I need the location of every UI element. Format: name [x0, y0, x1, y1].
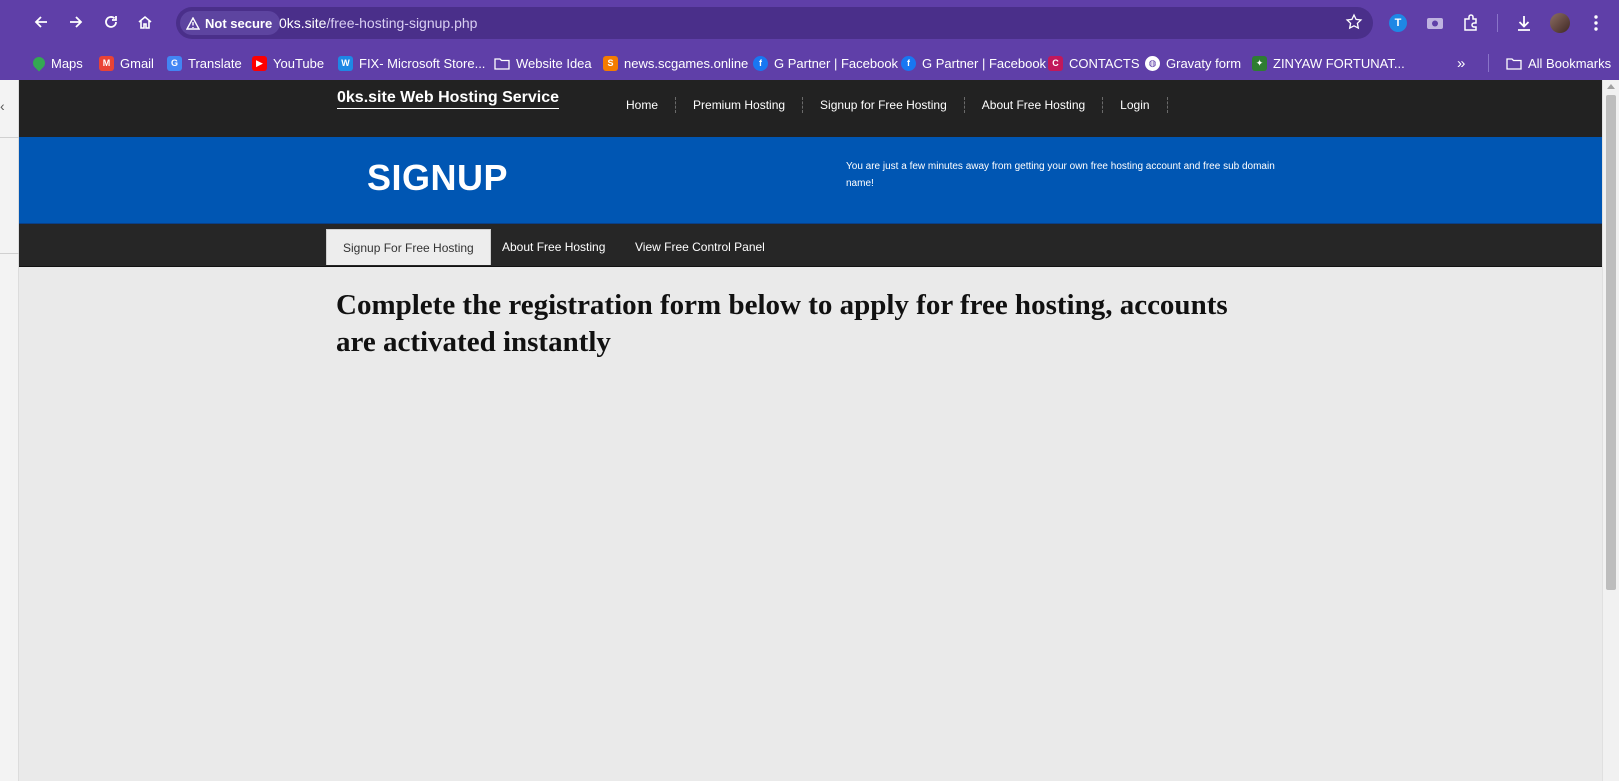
bookmark-label: G Partner | Facebook: [922, 55, 1047, 71]
gmail-icon: M: [99, 55, 114, 71]
download-icon: [1518, 16, 1530, 31]
bookmark-website-idea[interactable]: Website Idea: [494, 54, 592, 72]
bookmark-label: news.scgames.online: [624, 55, 749, 71]
site-brand[interactable]: 0ks.site Web Hosting Service: [337, 89, 560, 109]
kebab-menu-icon: [1594, 15, 1598, 31]
downloads-button[interactable]: [1512, 11, 1536, 35]
folder-icon: [494, 57, 510, 70]
back-arrow-icon: [34, 16, 47, 28]
extension-t-button[interactable]: T: [1386, 11, 1410, 35]
bookmarks-divider: [1488, 54, 1489, 72]
vertical-scrollbar[interactable]: [1602, 80, 1619, 781]
bookmark-label: FIX- Microsoft Store...: [359, 55, 486, 71]
tab-signup-free-hosting[interactable]: Signup For Free Hosting: [326, 229, 491, 265]
extensions-button[interactable]: [1459, 11, 1483, 35]
w-icon: W: [338, 55, 353, 71]
nav-about-free-hosting[interactable]: About Free Hosting: [965, 97, 1104, 113]
all-bookmarks-button[interactable]: All Bookmarks: [1506, 54, 1611, 72]
scgames-icon: S: [603, 55, 618, 71]
home-button[interactable]: [131, 8, 159, 36]
bookmark-gravaty-form[interactable]: ◍ Gravaty form: [1145, 54, 1241, 72]
scroll-up-arrow-icon[interactable]: [1607, 84, 1615, 89]
bookmark-youtube[interactable]: ▶ YouTube: [252, 54, 324, 72]
banner-description: You are just a few minutes away from get…: [846, 161, 1275, 189]
bookmark-label: YouTube: [273, 55, 325, 71]
bookmark-gmail[interactable]: M Gmail: [99, 54, 154, 72]
home-icon: [138, 15, 152, 29]
profile-button[interactable]: [1548, 11, 1572, 35]
security-indicator[interactable]: Not secure: [180, 11, 281, 35]
bookmark-label: CONTACTS: [1069, 55, 1140, 71]
maps-icon: [30, 54, 48, 72]
folder-icon: [1506, 57, 1522, 70]
bookmark-label: ZINYAW FORTUNAT...: [1273, 55, 1405, 71]
bookmark-label: Maps: [51, 55, 83, 71]
page-title: SIGNUP: [367, 157, 509, 198]
site-header: 0ks.site Web Hosting Service Home Premiu…: [19, 80, 1602, 137]
main-nav: Home Premium Hosting Signup for Free Hos…: [609, 97, 1168, 113]
all-bookmarks-label: All Bookmarks: [1528, 55, 1612, 71]
bookmark-label: G Partner | Facebook: [774, 55, 899, 71]
bookmark-contacts[interactable]: C CONTACTS: [1048, 54, 1140, 72]
url-host: 0ks.site: [279, 15, 327, 31]
bookmark-scgames[interactable]: S news.scgames.online: [603, 54, 748, 72]
camera-icon: [1427, 18, 1443, 29]
bookmark-maps[interactable]: Maps: [30, 54, 83, 72]
facebook-icon: f: [753, 55, 768, 71]
facebook-icon: f: [901, 55, 916, 71]
nav-login[interactable]: Login: [1103, 97, 1168, 113]
sub-navigation: Signup For Free Hosting About Free Hosti…: [19, 224, 1602, 267]
double-chevron-right-icon: »: [1457, 54, 1466, 72]
bookmark-label: Website Idea: [516, 55, 592, 71]
bookmark-star-button[interactable]: [1345, 13, 1363, 36]
nav-signup-free-hosting[interactable]: Signup for Free Hosting: [803, 97, 965, 113]
bookmark-label: Gravaty form: [1166, 55, 1242, 71]
chevron-left-icon[interactable]: ‹: [0, 98, 5, 114]
browser-toolbar: Not secure 0ks.site/free-hosting-signup.…: [0, 0, 1619, 46]
globe-icon: ◍: [1145, 55, 1160, 71]
tab-view-control-panel[interactable]: View Free Control Panel: [619, 229, 781, 265]
address-bar[interactable]: Not secure 0ks.site/free-hosting-signup.…: [176, 7, 1373, 39]
translate-icon: G: [167, 55, 182, 71]
bird-icon: ✦: [1252, 55, 1267, 71]
scrollbar-thumb[interactable]: [1606, 95, 1616, 590]
bookmark-translate[interactable]: G Translate: [167, 54, 242, 72]
contacts-icon: C: [1048, 55, 1063, 71]
forward-button[interactable]: [62, 8, 90, 36]
bookmark-g-partner-2[interactable]: f G Partner | Facebook: [901, 54, 1046, 72]
nav-home[interactable]: Home: [609, 97, 677, 113]
side-panel-edge: ‹: [0, 80, 19, 781]
avatar: [1550, 13, 1570, 33]
back-button[interactable]: [27, 8, 55, 36]
bookmarks-overflow-button[interactable]: »: [1457, 54, 1465, 72]
star-icon: [1345, 13, 1363, 30]
toolbar-divider: [1497, 14, 1498, 32]
bookmark-microsoft-store[interactable]: W FIX- Microsoft Store...: [338, 54, 485, 72]
bookmark-g-partner-1[interactable]: f G Partner | Facebook: [753, 54, 898, 72]
warning-icon: [186, 16, 200, 30]
tab-about-free-hosting[interactable]: About Free Hosting: [486, 229, 621, 265]
t-extension-icon: T: [1389, 14, 1407, 32]
bookmark-zinyaw[interactable]: ✦ ZINYAW FORTUNAT...: [1252, 54, 1405, 72]
security-label: Not secure: [205, 15, 273, 31]
side-divider: [0, 137, 19, 138]
youtube-icon: ▶: [252, 55, 267, 71]
bookmarks-bar: Maps M Gmail G Translate ▶ YouTube W FIX…: [0, 46, 1619, 80]
url-text[interactable]: 0ks.site/free-hosting-signup.php: [279, 15, 477, 31]
bookmark-label: Gmail: [120, 55, 154, 71]
url-path: /free-hosting-signup.php: [326, 15, 478, 31]
extension-camera-button[interactable]: [1423, 11, 1447, 35]
reload-button[interactable]: [97, 8, 125, 36]
puzzle-icon: [1464, 14, 1477, 31]
forward-arrow-icon: [70, 16, 83, 28]
reload-icon: [105, 16, 117, 28]
page-viewport: ‹ 0ks.site Web Hosting Service Home Prem…: [0, 80, 1619, 781]
registration-headline: Complete the registration form below to …: [336, 289, 1228, 358]
nav-premium-hosting[interactable]: Premium Hosting: [676, 97, 804, 113]
menu-button[interactable]: [1584, 11, 1608, 35]
page-banner: SIGNUP You are just a few minutes away f…: [19, 137, 1602, 224]
side-divider: [0, 253, 19, 254]
bookmark-label: Translate: [188, 55, 242, 71]
